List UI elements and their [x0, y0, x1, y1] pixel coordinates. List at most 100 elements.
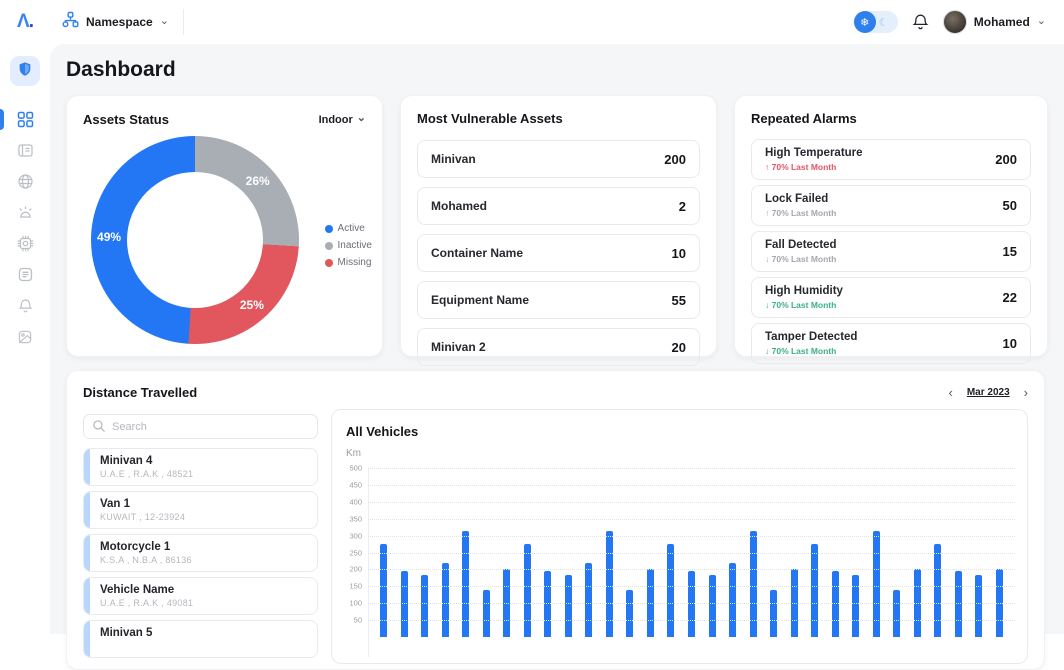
- alarm-row[interactable]: Lock Failed↑ 70% Last Month50: [751, 185, 1031, 226]
- vehicle-row[interactable]: Vehicle NameU.A.E , R.A.K , 49081: [83, 577, 318, 615]
- sidebar-item-reports[interactable]: [0, 259, 50, 290]
- shield-badge[interactable]: [10, 56, 40, 86]
- gridline: [368, 569, 1015, 570]
- alarm-value: 22: [1003, 290, 1017, 305]
- alarm-value: 10: [1003, 336, 1017, 351]
- image-icon: [17, 329, 33, 345]
- legend-label: Missing: [338, 257, 372, 268]
- legend-label: Inactive: [338, 240, 372, 251]
- bar-chart-plot: 50045040035030025020015010050: [368, 468, 1015, 640]
- legend-dot-icon: [325, 225, 333, 233]
- vulnerable-asset-row[interactable]: Minivan200: [417, 140, 700, 178]
- user-menu[interactable]: Mohamed ⌄: [943, 10, 1046, 34]
- vehicle-accent-bar: [84, 535, 90, 571]
- indoor-filter-dropdown[interactable]: Indoor ⌄: [319, 114, 366, 126]
- alarm-info: Fall Detected↓ 70% Last Month: [765, 239, 837, 264]
- bar: [483, 590, 490, 637]
- all-vehicles-chart-panel: All Vehicles Km 500450400350300250200150…: [331, 409, 1028, 664]
- sidebar: [0, 44, 50, 634]
- report-icon: [17, 266, 34, 283]
- y-axis-tick-label: 350: [336, 514, 362, 523]
- legend-label: Active: [338, 223, 365, 234]
- next-month-button[interactable]: ›: [1024, 386, 1028, 399]
- bar: [421, 575, 428, 638]
- vehicle-row[interactable]: Minivan 5: [83, 620, 318, 658]
- vulnerable-assets-title: Most Vulnerable Assets: [417, 111, 563, 126]
- vulnerable-asset-row[interactable]: Minivan 220: [417, 328, 700, 366]
- asset-name: Container Name: [431, 246, 523, 260]
- id-card-icon: [17, 142, 34, 159]
- alarm-row[interactable]: High Temperature↑ 70% Last Month 200: [751, 139, 1031, 180]
- vehicle-accent-bar: [84, 621, 90, 657]
- bar: [565, 575, 572, 638]
- sidebar-item-alarms[interactable]: [0, 197, 50, 228]
- bar: [709, 575, 716, 638]
- assets-status-title: Assets Status: [83, 112, 169, 127]
- asset-value: 2: [679, 199, 686, 214]
- alarm-name: Lock Failed: [765, 193, 836, 205]
- vehicle-accent-bar: [84, 578, 90, 614]
- dark-mode-icon[interactable]: ☾: [879, 16, 889, 29]
- asset-name: Minivan: [431, 152, 476, 166]
- alarm-trend: ↑ 70% Last Month: [765, 208, 836, 218]
- vulnerable-asset-row[interactable]: Mohamed2: [417, 187, 700, 225]
- alarm-row[interactable]: Tamper Detected↓ 70% Last Month 10: [751, 323, 1031, 364]
- vehicle-name: Motorcycle 1: [100, 541, 307, 553]
- top-navbar: Λ. Namespace ⌄ ❄ ☾ Mohamed ⌄: [0, 0, 1064, 44]
- repeated-alarms-list: High Temperature↑ 70% Last Month200Lock …: [751, 139, 1031, 364]
- y-axis-tick-label: 50: [336, 616, 362, 625]
- notifications-bell-icon[interactable]: [912, 13, 929, 31]
- light-mode-icon[interactable]: ❄: [854, 11, 876, 33]
- theme-toggle[interactable]: ❄ ☾: [854, 11, 898, 33]
- assets-donut-chart: 26%25%49%: [91, 136, 299, 344]
- gridline: [368, 536, 1015, 537]
- y-axis-tick-label: 150: [336, 582, 362, 591]
- asset-name: Equipment Name: [431, 293, 529, 307]
- alarm-name: High Temperature: [765, 147, 863, 159]
- namespace-label: Namespace: [86, 15, 153, 29]
- vulnerable-assets-list: Minivan200 Mohamed2 Container Name 10 Equipm…: [417, 140, 700, 366]
- alarm-info: High Humidity↓ 70% Last Month: [765, 285, 843, 310]
- vehicle-row[interactable]: Van 1KUWAIT , 12-23924: [83, 491, 318, 529]
- asset-value: 10: [672, 246, 686, 261]
- chevron-down-icon: ⌄: [160, 16, 169, 27]
- bar-chart-title: All Vehicles: [346, 424, 1013, 439]
- sidebar-item-devices[interactable]: [0, 228, 50, 259]
- alarm-row[interactable]: High Humidity↓ 70% Last Month 22: [751, 277, 1031, 318]
- alarm-name: Tamper Detected: [765, 331, 857, 343]
- y-axis-line: [368, 468, 369, 657]
- namespace-selector[interactable]: Namespace ⌄: [62, 11, 169, 33]
- vulnerable-asset-row[interactable]: Equipment Name55: [417, 281, 700, 319]
- sidebar-item-dashboard[interactable]: [0, 104, 50, 135]
- month-label[interactable]: Mar 2023: [967, 387, 1010, 398]
- chip-icon: [17, 235, 34, 252]
- y-axis-tick-label: 200: [336, 565, 362, 574]
- vehicle-row[interactable]: Minivan 4U.A.E , R.A.K , 48521: [83, 448, 318, 486]
- shield-icon: [17, 61, 33, 82]
- alarm-trend: ↓ 70% Last Month: [765, 300, 843, 310]
- search-input[interactable]: [83, 414, 318, 439]
- sidebar-item-notifications[interactable]: [0, 290, 50, 321]
- repeated-alarms-card: Repeated Alarms High Temperature↑ 70% La…: [734, 95, 1048, 357]
- alarm-icon: [17, 204, 34, 221]
- alarm-row[interactable]: Fall Detected↓ 70% Last Month15: [751, 231, 1031, 272]
- main-content: Dashboard Assets Status Indoor ⌄ 26%25%4…: [50, 44, 1064, 634]
- sidebar-item-assets[interactable]: [0, 166, 50, 197]
- legend-dot-icon: [325, 259, 333, 267]
- alarm-name: Fall Detected: [765, 239, 837, 251]
- sidebar-item-gallery[interactable]: [0, 321, 50, 352]
- vulnerable-asset-row[interactable]: Container Name 10: [417, 234, 700, 272]
- bar: [524, 544, 531, 637]
- bar: [934, 544, 941, 637]
- donut-hole: [127, 172, 263, 308]
- alarm-info: Tamper Detected↓ 70% Last Month: [765, 331, 857, 356]
- bar: [893, 590, 900, 637]
- vehicle-row[interactable]: Motorcycle 1K.S.A , N.B.A , 86136: [83, 534, 318, 572]
- sidebar-item-cards[interactable]: [0, 135, 50, 166]
- vehicle-name: Minivan 4: [100, 455, 307, 467]
- app-logo[interactable]: Λ.: [0, 11, 50, 33]
- alarm-info: High Temperature↑ 70% Last Month: [765, 147, 863, 172]
- prev-month-button[interactable]: ‹: [949, 386, 953, 399]
- alarm-value: 200: [995, 152, 1017, 167]
- bar: [667, 544, 674, 637]
